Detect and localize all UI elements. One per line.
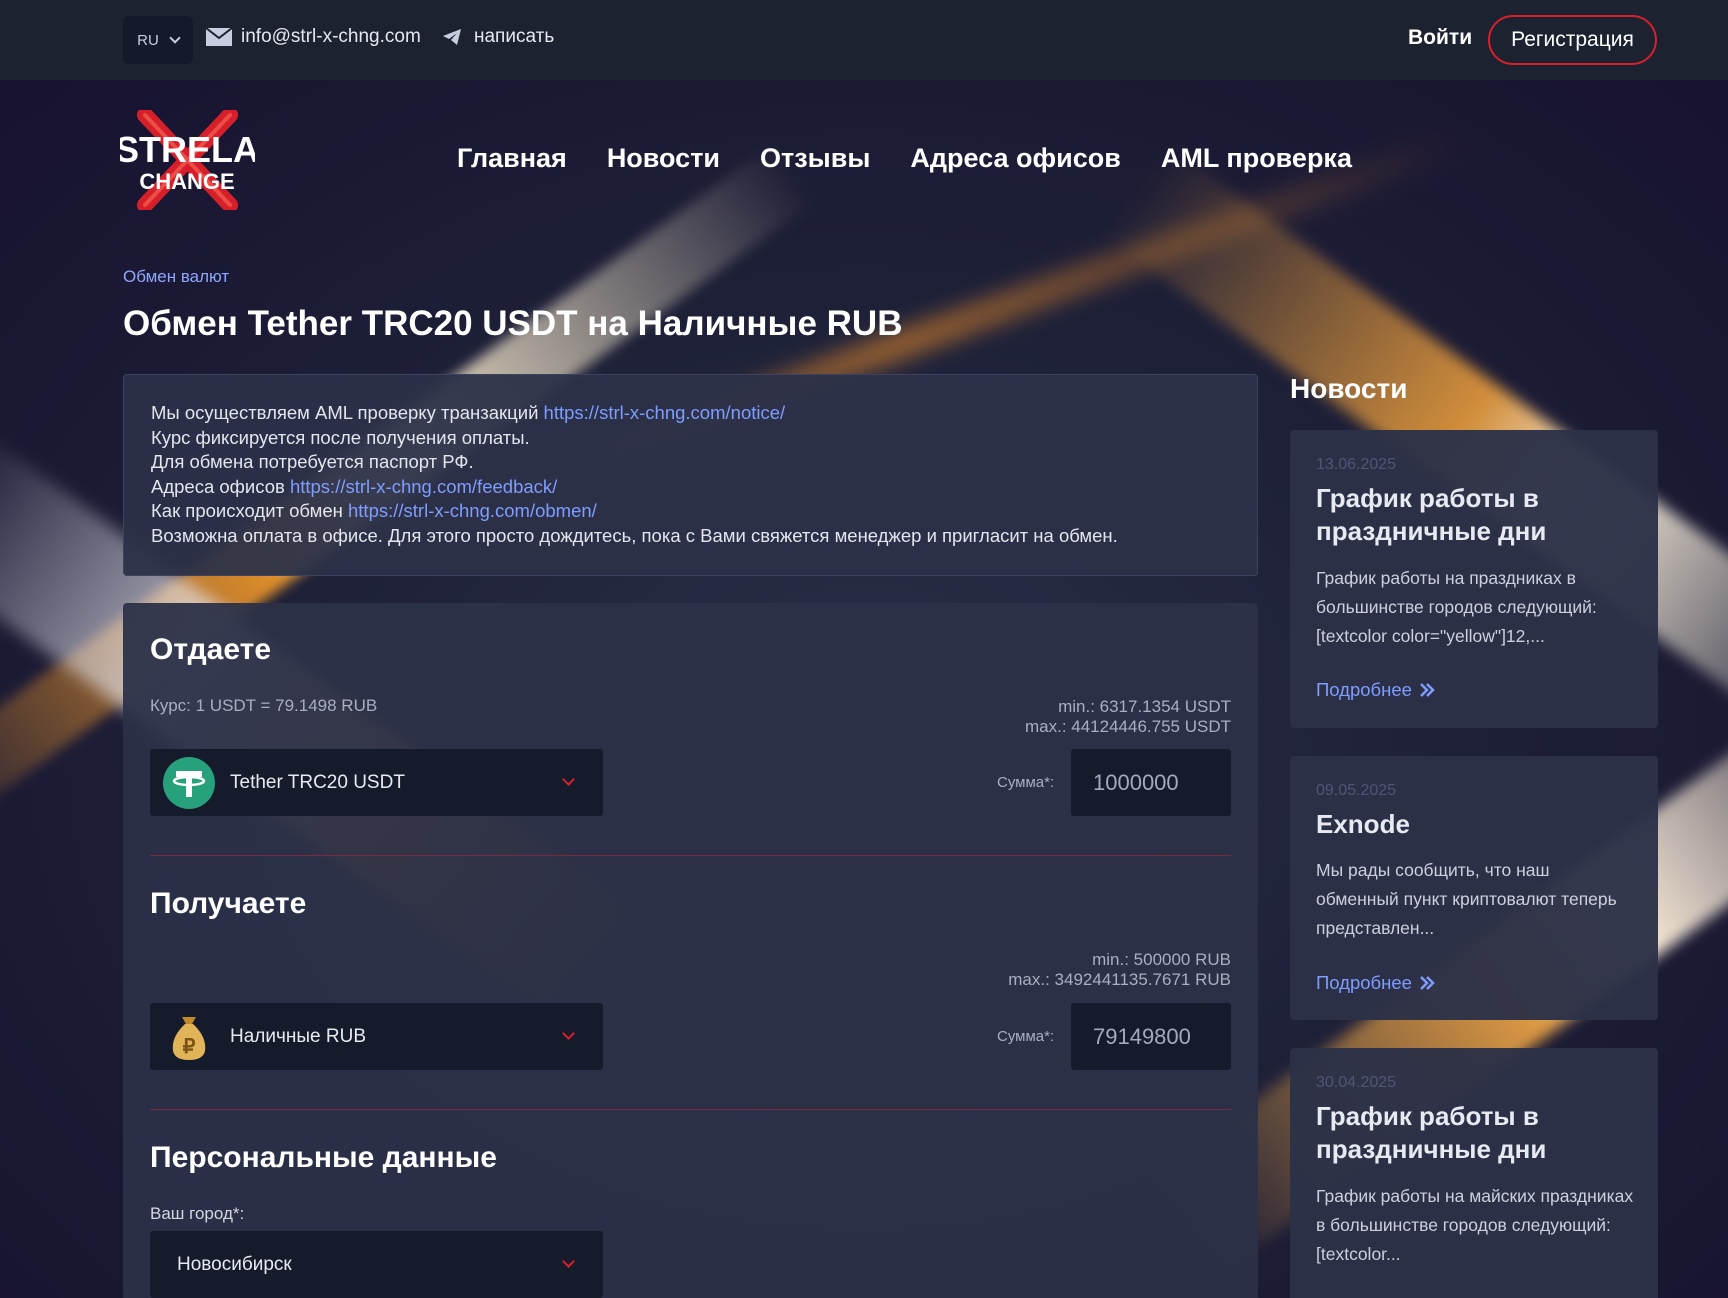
read-more-link[interactable]: Подробнее	[1316, 972, 1436, 994]
news-card[interactable]: 30.04.2025 График работы в праздничные д…	[1290, 1048, 1658, 1298]
news-card[interactable]: 13.06.2025 График работы в праздничные д…	[1290, 430, 1658, 728]
personal-heading: Персональные данные	[150, 1141, 497, 1174]
feedback-link[interactable]: https://strl-x-chng.com/feedback/	[290, 476, 557, 497]
nav-aml-check[interactable]: AML проверка	[1161, 143, 1352, 174]
top-bar: RU info@strl-x-chng.com написать Войти Р…	[0, 0, 1728, 80]
city-select[interactable]: Новосибирск	[150, 1231, 603, 1298]
news-title[interactable]: График работы в праздничные дни	[1316, 482, 1636, 548]
give-sum-input[interactable]	[1071, 749, 1231, 816]
how-exchange-link[interactable]: https://strl-x-chng.com/obmen/	[348, 500, 597, 521]
city-label: Ваш город*:	[150, 1204, 245, 1223]
login-link[interactable]: Войти	[1408, 26, 1472, 50]
news-date: 30.04.2025	[1316, 1074, 1397, 1091]
get-sum-input[interactable]	[1071, 1003, 1231, 1070]
mail-icon	[205, 27, 233, 46]
chevron-down-icon	[562, 1027, 575, 1040]
give-sum-label: Сумма*:	[997, 774, 1055, 791]
double-chevron-right-icon	[1420, 976, 1435, 990]
nav-home[interactable]: Главная	[457, 143, 567, 174]
news-excerpt: График работы на майских праздниках в бо…	[1316, 1186, 1634, 1264]
aml-notice-link[interactable]: https://strl-x-chng.com/notice/	[544, 402, 786, 423]
give-currency-select[interactable]: Tether TRC20 USDT	[150, 749, 603, 816]
get-heading: Получаете	[150, 887, 307, 920]
register-button[interactable]: Регистрация	[1488, 15, 1657, 65]
get-currency-label: Наличные RUB	[230, 1025, 366, 1047]
page-title: Обмен Tether TRC20 USDT на Наличные RUB	[123, 304, 903, 343]
sidebar-title: Новости	[1290, 373, 1408, 404]
svg-text:STRELA: STRELA	[120, 129, 255, 170]
double-chevron-right-icon	[1420, 683, 1435, 697]
notice-box: Мы осуществляем AML проверку транзакций …	[123, 374, 1258, 576]
nav-reviews[interactable]: Отзывы	[760, 143, 870, 174]
news-date: 09.05.2025	[1316, 782, 1397, 799]
news-title[interactable]: График работы в праздничные дни	[1316, 1100, 1636, 1166]
news-excerpt: График работы на праздниках в большинств…	[1316, 568, 1597, 646]
language-label: RU	[137, 31, 159, 49]
news-date: 13.06.2025	[1316, 456, 1397, 473]
exchange-form: Отдаете Курс: 1 USDT = 79.1498 RUB min.:…	[123, 603, 1258, 1298]
telegram-icon	[443, 29, 461, 45]
read-more-link[interactable]: Подробнее	[1316, 679, 1436, 701]
write-text: написать	[474, 26, 555, 47]
get-currency-select[interactable]: ₽ Наличные RUB	[150, 1003, 603, 1070]
exchange-rate: Курс: 1 USDT = 79.1498 RUB	[150, 696, 378, 715]
city-value: Новосибирск	[177, 1253, 292, 1275]
section-divider	[150, 855, 1231, 856]
give-limits: min.: 6317.1354 USDT max.: 44124446.755 …	[1024, 697, 1231, 736]
give-currency-label: Tether TRC20 USDT	[230, 771, 405, 793]
main-nav: Главная Новости Отзывы Адреса офисов AML…	[457, 143, 1352, 174]
news-excerpt: Мы рады сообщить, что наш обменный пункт…	[1316, 860, 1617, 938]
language-select[interactable]: RU	[123, 16, 193, 64]
chevron-down-icon	[562, 773, 575, 786]
nav-offices[interactable]: Адреса офисов	[910, 143, 1120, 174]
give-heading: Отдаете	[150, 633, 272, 666]
svg-text:CHANGE: CHANGE	[139, 169, 234, 194]
news-card[interactable]: 09.05.2025 Exnode Мы рады сообщить, что …	[1290, 756, 1658, 1020]
nav-news[interactable]: Новости	[607, 143, 720, 174]
money-bag-icon: ₽	[172, 1016, 206, 1060]
section-divider	[150, 1109, 1231, 1110]
chevron-down-icon	[169, 32, 181, 44]
chevron-down-icon	[562, 1255, 575, 1268]
news-title[interactable]: Exnode	[1316, 808, 1636, 841]
email-text: info@strl-x-chng.com	[241, 26, 421, 47]
get-sum-label: Сумма*:	[997, 1028, 1055, 1045]
tether-icon	[163, 756, 215, 809]
breadcrumb[interactable]: Обмен валют	[123, 267, 229, 287]
get-limits: min.: 500000 RUB max.: 3492441135.7671 R…	[1008, 950, 1231, 989]
telegram-write-link[interactable]: написать	[442, 26, 554, 48]
strela-change-logo[interactable]: STRELA CHANGE	[120, 110, 255, 210]
email-link[interactable]: info@strl-x-chng.com	[205, 26, 421, 48]
svg-text:₽: ₽	[183, 1036, 196, 1058]
